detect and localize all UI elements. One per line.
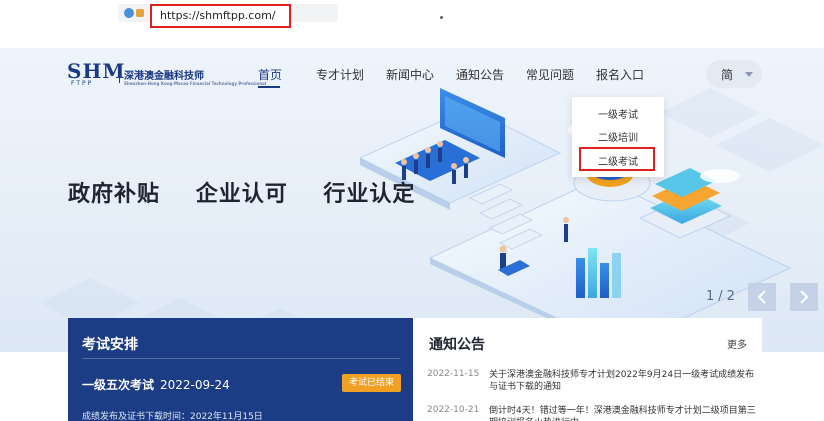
hero-slogan: 政府补贴 企业认可 行业认定 [68, 176, 442, 208]
pager-separator: / [718, 289, 723, 304]
exam-schedule-panel: 考试安排 一级五次考试 2022-09-24 考试已结束 成绩发布及证书下载时间：… [68, 318, 413, 421]
language-select[interactable]: 简 [706, 60, 762, 88]
lock-icon [136, 9, 144, 17]
nav-item-registration[interactable]: 报名入口 [596, 66, 644, 83]
nav-active-underline [258, 86, 280, 88]
slogan-3: 行业认定 [323, 182, 416, 207]
slide-pager: 1/2 [706, 289, 735, 304]
notice-date: 2022-11-15 [427, 369, 480, 379]
pager-total: 2 [726, 289, 735, 304]
site-logo[interactable]: SHM FTPP 深港澳金融科技师 Shenzhen-Hong Kong-Mac… [67, 59, 266, 87]
notice-title: 倒计时4天！错过等一年！深港澳金融科技师专才计划二级项目第三期培训报名火热进行中 [489, 406, 756, 421]
exam-panel-divider [82, 358, 400, 359]
exam-result-time: 成绩发布及证书下载时间：2022年11月15日 [82, 412, 263, 421]
notice-panel-title: 通知公告 [429, 337, 485, 353]
notice-title: 关于深港澳金融科技师专才计划2022年9月24日一级考试成绩发布与证书下载的通知 [489, 370, 755, 392]
exam-status-badge: 考试已结束 [342, 374, 401, 392]
exam-item-date: 2022-09-24 [160, 378, 230, 392]
nav-item-talent-plan[interactable]: 专才计划 [316, 66, 364, 83]
exam-item[interactable]: 一级五次考试 2022-09-24 [82, 376, 230, 393]
exam-item-name: 一级五次考试 [82, 378, 155, 392]
site-info-icons [124, 8, 146, 18]
language-label: 简 [721, 68, 734, 82]
url-highlight-box[interactable]: https://shmftpp.com/ [150, 4, 291, 28]
hero-banner: SHM FTPP 深港澳金融科技师 Shenzhen-Hong Kong-Mac… [0, 48, 824, 352]
notice-panel: 通知公告 更多 2022-11-15 关于深港澳金融科技师专才计划2022年9月… [413, 318, 762, 421]
nav-item-notices[interactable]: 通知公告 [456, 66, 504, 83]
slogan-1: 政府补贴 [68, 182, 161, 207]
url-text: https://shmftpp.com/ [160, 9, 276, 22]
next-slide-button[interactable] [790, 283, 818, 311]
nav-item-home[interactable]: 首页 [258, 66, 282, 83]
brand-tagline: Shenzhen-Hong Kong-Macao Financial Techn… [124, 80, 267, 86]
brand-name: 深港澳金融科技师 Shenzhen-Hong Kong-Macao Financ… [124, 67, 266, 86]
chevron-down-icon [745, 72, 753, 77]
notice-date: 2022-10-21 [427, 405, 480, 415]
dropdown-highlight-box [579, 147, 655, 171]
page: https://shmftpp.com/ SHM FTPP 深港澳金融科技师 S… [0, 0, 824, 421]
logo-sub: FTPP [71, 80, 94, 87]
globe-icon [124, 8, 134, 18]
dropdown-item-level1-exam[interactable]: 一级考试 [572, 106, 664, 121]
logo-mark: SHM FTPP [67, 59, 124, 87]
pager-current: 1 [706, 289, 715, 304]
dot-icon [440, 16, 443, 19]
prev-slide-button[interactable] [748, 283, 776, 311]
nav-item-news[interactable]: 新闻中心 [386, 66, 434, 83]
dropdown-item-level2-training[interactable]: 二级培训 [572, 129, 664, 144]
chevron-right-icon [800, 290, 809, 304]
slogan-2: 企业认可 [195, 182, 288, 207]
notice-more-link[interactable]: 更多 [727, 336, 747, 351]
exam-panel-title: 考试安排 [82, 337, 138, 353]
chevron-left-icon [757, 290, 766, 304]
nav-item-faq[interactable]: 常见问题 [526, 66, 574, 83]
